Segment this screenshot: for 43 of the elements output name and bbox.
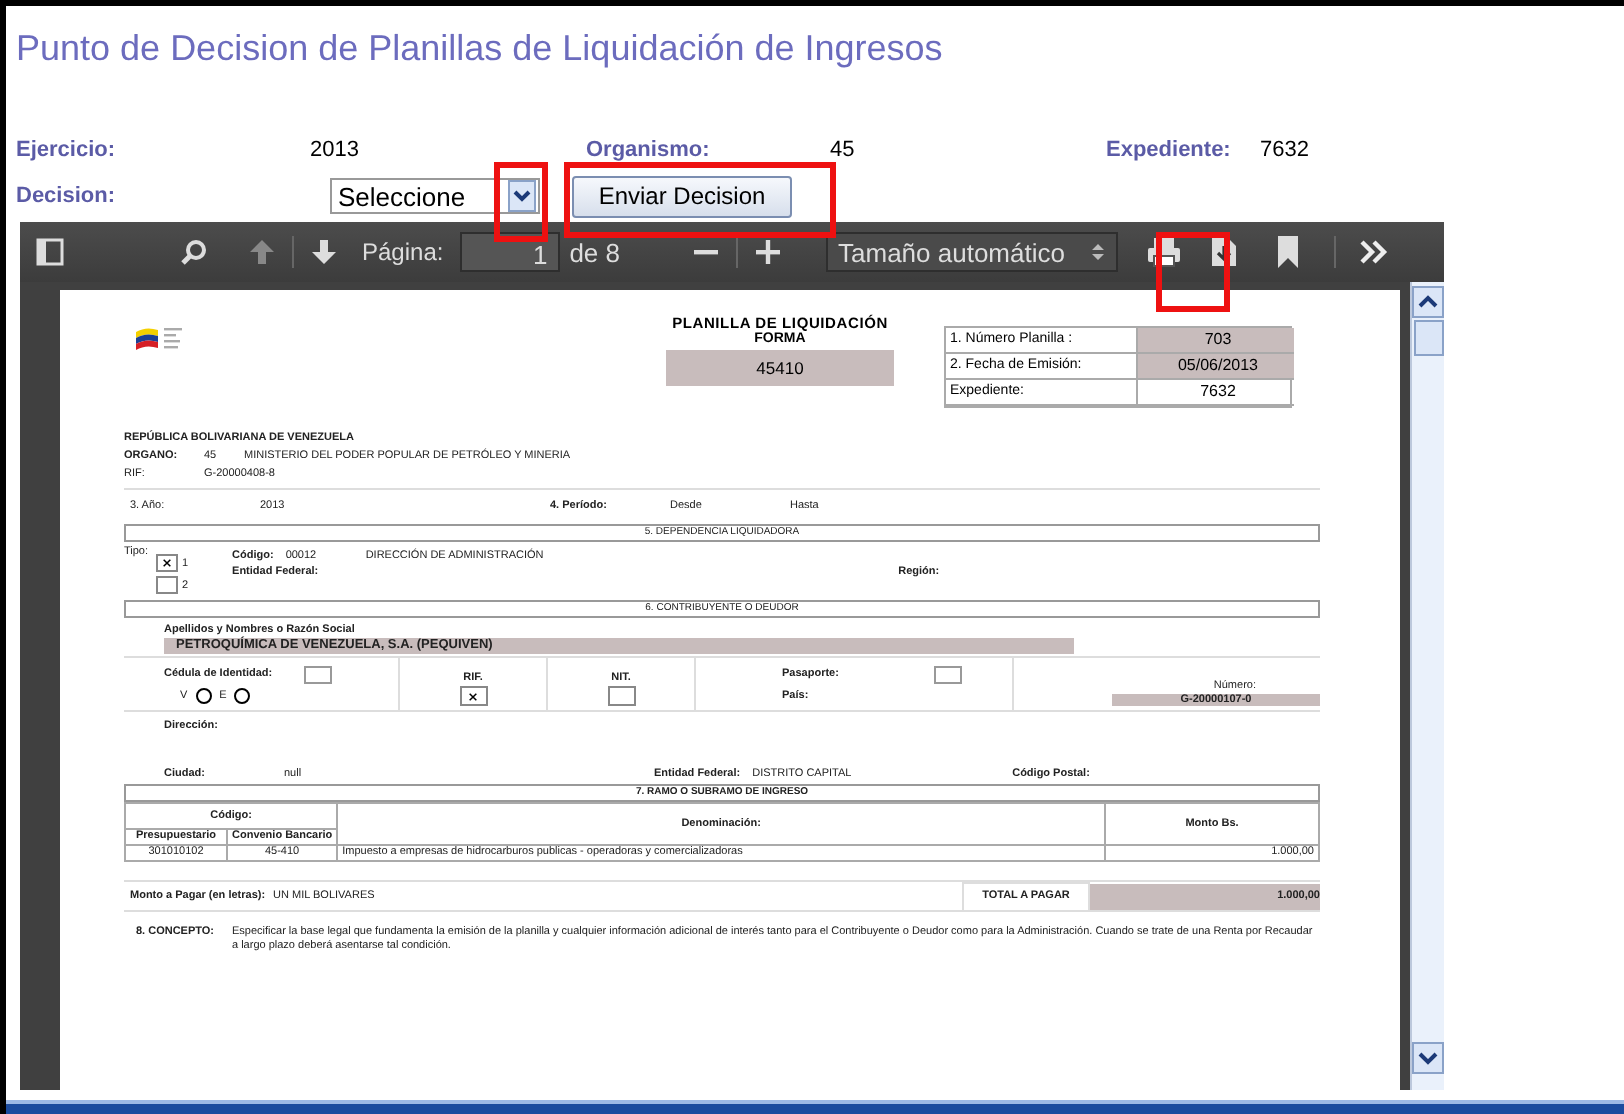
zoom-in-icon[interactable]	[754, 238, 783, 266]
highlight-frame	[494, 162, 548, 242]
scroll-up-icon[interactable]	[1412, 286, 1444, 318]
cross-icon	[162, 557, 173, 567]
page-label: Página:	[362, 238, 444, 266]
bookmark-icon[interactable]	[1278, 236, 1299, 268]
checkbox[interactable]	[156, 575, 179, 593]
cross-icon	[468, 691, 478, 702]
decision-dropdown[interactable]: Seleccione	[330, 178, 540, 214]
checkbox[interactable]	[459, 686, 487, 707]
field-label: Ejercicio:	[16, 138, 118, 162]
info-value: 703	[1136, 328, 1294, 354]
updown-caret-icon	[1092, 242, 1105, 262]
page-title: Punto de Decision de Planillas de Liquidación de Ingresos	[16, 28, 945, 72]
field-value: 7632	[1260, 138, 1311, 162]
checkbox[interactable]	[607, 686, 635, 707]
field-label: Expediente:	[1106, 138, 1233, 162]
passport-field[interactable]	[934, 666, 962, 685]
scroll-down-icon[interactable]	[1412, 1042, 1444, 1074]
field-label: Organismo:	[586, 138, 712, 162]
highlight-frame	[1156, 232, 1230, 312]
field-label: Decision:	[16, 184, 118, 208]
page-number-field[interactable]: 1	[459, 232, 560, 272]
send-decision-button[interactable]: Enviar Decision	[572, 175, 792, 217]
info-value: 05/06/2013	[1136, 354, 1294, 380]
sidebar-toggle-icon[interactable]	[36, 238, 64, 266]
checkbox[interactable]	[156, 553, 179, 571]
id-card-field[interactable]	[304, 666, 333, 685]
radio-button[interactable]	[234, 688, 251, 705]
more-tools-icon[interactable]	[1360, 240, 1389, 264]
scrollbar[interactable]	[1410, 282, 1444, 1090]
info-value: 7632	[1136, 380, 1294, 406]
page-count: de 8	[569, 237, 621, 267]
radio-button[interactable]	[195, 688, 212, 705]
print-icon[interactable]	[1146, 236, 1183, 268]
down-arrow-icon[interactable]	[310, 238, 338, 266]
field-value: 45	[830, 138, 857, 162]
up-arrow-icon[interactable]	[248, 238, 276, 266]
search-icon[interactable]	[180, 238, 208, 266]
zoom-dropdown[interactable]: Tamaño automático	[826, 232, 1119, 272]
scroll-thumb[interactable]	[1413, 320, 1443, 356]
form-number: 45410	[666, 350, 894, 386]
field-value: 2013	[310, 138, 361, 162]
